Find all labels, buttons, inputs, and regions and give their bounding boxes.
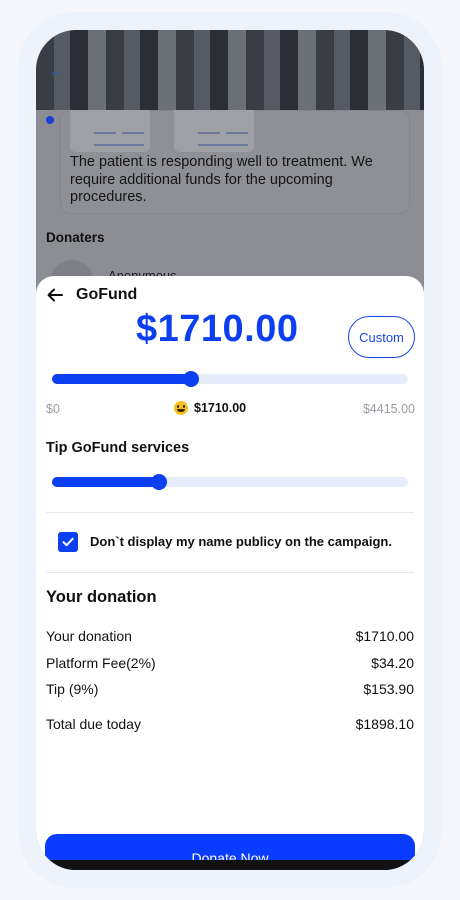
slider-min-label: $0: [46, 402, 60, 416]
custom-amount-button[interactable]: Custom: [348, 316, 415, 358]
update-thumbnail: [70, 110, 150, 152]
summary-row-value: $1710.00: [355, 628, 414, 644]
grinning-face-icon: [174, 401, 188, 415]
tip-slider[interactable]: [52, 474, 408, 490]
slider-current-value: $1710.00: [174, 401, 246, 415]
phone-screen: ← The patient is responding well to trea…: [36, 30, 424, 870]
divider: [46, 572, 414, 573]
tip-slider-fill: [52, 477, 159, 487]
update-thumbnail: [174, 110, 254, 152]
divider: [46, 512, 414, 513]
summary-row-label: Platform Fee(2%): [46, 655, 156, 671]
donation-slider-handle[interactable]: [182, 371, 199, 387]
hero-back-icon[interactable]: ←: [48, 64, 64, 80]
donation-amount-slider[interactable]: [52, 371, 408, 387]
total-label: Total due today: [46, 716, 141, 732]
update-card: The patient is responding well to treatm…: [60, 110, 410, 214]
summary-row-value: $153.90: [363, 681, 414, 697]
sheet-header: GoFund: [46, 284, 137, 306]
summary-title: Your donation: [46, 588, 157, 606]
checkmark-icon: [62, 537, 74, 547]
slider-current-label: $1710.00: [194, 401, 247, 415]
summary-row: Your donation $1710.00: [46, 628, 414, 644]
slider-max-label: $4415.00: [362, 402, 415, 416]
home-indicator: [48, 860, 412, 870]
tip-slider-handle[interactable]: [150, 474, 167, 490]
update-text: The patient is responding well to treatm…: [70, 154, 373, 205]
campaign-hero-image: [36, 30, 424, 110]
summary-row-value: $34.20: [371, 655, 414, 671]
donation-amount: $1710.00: [136, 308, 299, 350]
hide-name-checkbox[interactable]: [58, 532, 78, 552]
sheet-title: GoFund: [76, 286, 138, 303]
summary-row-label: Tip (9%): [46, 681, 99, 697]
donation-sheet: GoFund $1710.00 Custom $0 $1710.00 $4415…: [36, 276, 424, 870]
donaters-title: Donaters: [46, 230, 105, 245]
donation-slider-fill: [52, 374, 191, 384]
tip-title: Tip GoFund services: [46, 440, 190, 456]
arrow-left-icon[interactable]: [46, 286, 64, 304]
summary-row: Tip (9%) $153.90: [46, 681, 414, 697]
summary-row: Platform Fee(2%) $34.20: [46, 655, 414, 671]
summary-row-label: Your donation: [46, 628, 132, 644]
hide-name-label[interactable]: Don`t display my name publicy on the cam…: [90, 534, 392, 549]
total-row: Total due today $1898.10: [46, 716, 414, 732]
timeline-dot: [46, 116, 54, 124]
total-value: $1898.10: [355, 716, 414, 732]
